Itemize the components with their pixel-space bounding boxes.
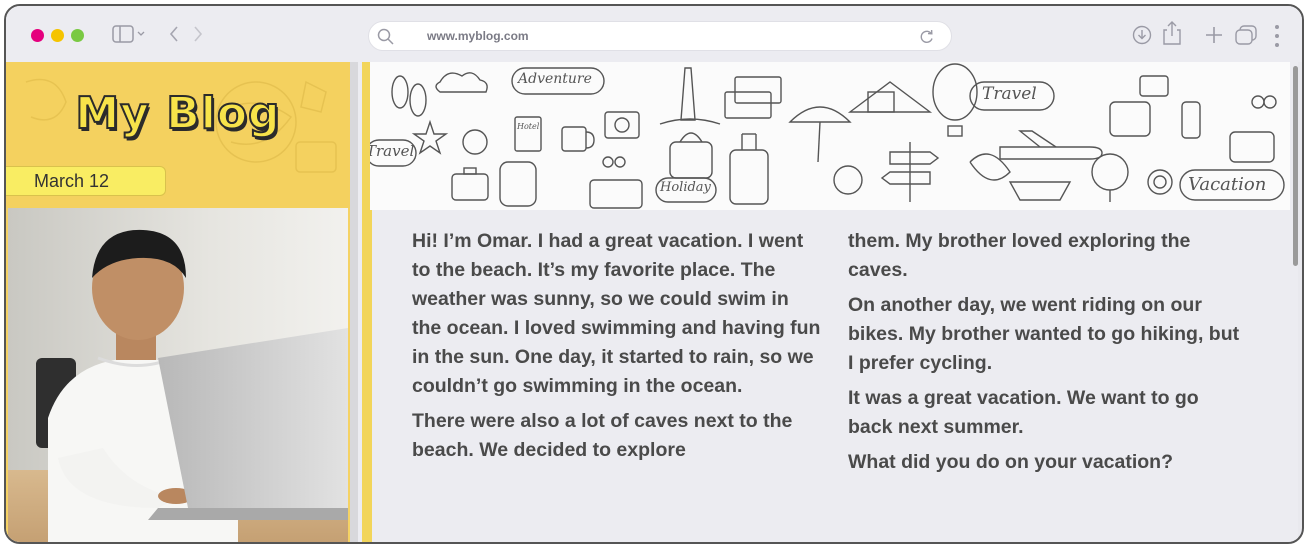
post-paragraph: On another day, we went riding on our bi… <box>848 294 1240 374</box>
back-icon[interactable] <box>169 25 179 43</box>
sidebar-icon[interactable] <box>112 25 134 43</box>
date-tag: March 12 <box>6 166 166 196</box>
post-column-2: them. My brother loved exploring the cav… <box>848 227 1248 483</box>
blog-sidebar: My Blog March 12 <box>6 62 350 542</box>
sidebar-divider <box>350 62 358 542</box>
scrollbar[interactable] <box>1293 66 1298 266</box>
close-window-button[interactable] <box>31 29 44 42</box>
forward-icon[interactable] <box>193 25 203 43</box>
post-paragraph: them. My brother loved exploring the cav… <box>848 230 1191 281</box>
doodle-word-travel-1: Travel <box>982 84 1037 104</box>
maximize-window-button[interactable] <box>71 29 84 42</box>
doodle-word-travel-2: Travel <box>370 142 415 160</box>
tabs-icon[interactable] <box>1235 25 1257 45</box>
post-paragraph: It was a great vacation. We want to go b… <box>848 387 1199 438</box>
more-icon[interactable] <box>1274 24 1280 48</box>
new-tab-icon[interactable] <box>1205 26 1223 44</box>
download-icon[interactable] <box>1132 25 1152 45</box>
doodle-word-hotel: Hotel <box>517 122 540 131</box>
share-icon[interactable] <box>1162 20 1182 46</box>
doodle-sketches <box>370 63 1285 209</box>
reload-icon[interactable] <box>919 29 935 45</box>
post-paragraph: There were also a lot of caves next to t… <box>412 410 793 461</box>
doodle-word-vacation: Vacation <box>1188 174 1267 195</box>
post-paragraph: What did you do on your vacation? <box>848 451 1173 473</box>
address-bar[interactable]: www.myblog.com <box>368 21 952 51</box>
post-column-1: Hi! I’m Omar. I had a great vacation. I … <box>412 227 822 471</box>
chevron-down-icon[interactable] <box>137 31 145 37</box>
travel-doodle-banner: Adventure Travel Travel Holiday Vacation… <box>370 62 1290 210</box>
blog-title: My Blog <box>74 87 281 140</box>
sidebar-header: My Blog March 12 <box>6 62 350 208</box>
minimize-window-button[interactable] <box>51 29 64 42</box>
url-text: www.myblog.com <box>427 29 529 43</box>
post-date: March 12 <box>34 171 110 191</box>
author-photo <box>8 208 348 542</box>
post-paragraph: Hi! I’m Omar. I had a great vacation. I … <box>412 230 821 397</box>
browser-toolbar: www.myblog.com <box>6 6 1302 62</box>
doodle-word-holiday: Holiday <box>660 180 711 195</box>
search-icon <box>377 28 394 45</box>
doodle-word-adventure: Adventure <box>518 71 592 87</box>
